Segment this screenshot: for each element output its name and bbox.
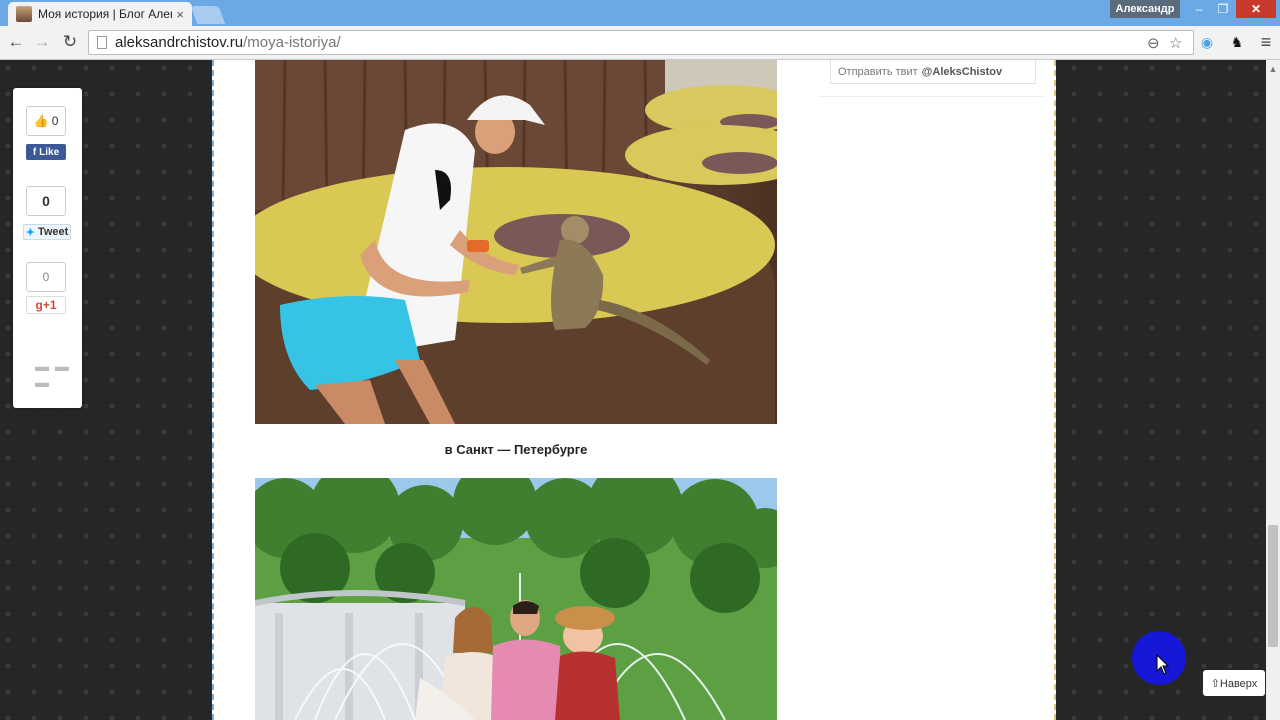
tab-close-icon[interactable]: ×	[176, 7, 184, 22]
reload-button[interactable]: ↻	[60, 32, 80, 52]
tweet-widget[interactable]: Отправить твит @AleksChistov	[830, 60, 1036, 84]
facebook-like-button[interactable]: f Like	[26, 144, 66, 160]
tab-title: Моя история | Блог Алек	[38, 7, 173, 21]
fb-count-value: 0	[51, 114, 59, 128]
tweet-count: 0	[26, 186, 66, 216]
maximize-button[interactable]: ❐	[1212, 0, 1234, 18]
extension-icon[interactable]: ◉	[1197, 32, 1217, 52]
browser-tab[interactable]: Моя история | Блог Алек ×	[8, 2, 192, 26]
url-path: /moya-istoriya/	[243, 34, 341, 51]
zoom-icon[interactable]: ⊖	[1147, 34, 1160, 52]
title-bar: Моя история | Блог Алек × Александр ‒ ❐ …	[0, 0, 1280, 26]
photo-monkey-image	[255, 60, 777, 424]
new-tab-button[interactable]	[190, 6, 226, 24]
gplus-count: 0	[26, 262, 66, 292]
bookmark-star-icon[interactable]: ☆	[1169, 34, 1182, 52]
back-button[interactable]: ←	[6, 32, 26, 52]
more-share-icon[interactable]: ▬ ▬ ▬	[35, 358, 82, 390]
article-photo-monkey	[255, 60, 777, 424]
social-share-panel: 👍 0 f Like 0 ✦ Tweet 0 g+1 ▬ ▬ ▬	[13, 88, 82, 408]
facebook-like-count: 👍 0	[26, 106, 66, 136]
forward-button[interactable]: →	[32, 32, 52, 52]
favicon-avatar-icon	[16, 6, 32, 22]
address-bar[interactable]: aleksandrchistov.ru/moya-istoriya/ ⊖ ☆	[88, 30, 1194, 55]
facebook-icon: f	[32, 146, 37, 158]
gplus-button[interactable]: g+1	[26, 296, 66, 314]
url-host: aleksandrchistov.ru	[115, 34, 244, 51]
browser-toolbar: ← → ↻ aleksandrchistov.ru/moya-istoriya/…	[0, 26, 1280, 60]
back-to-top-button[interactable]: ⇧Наверх	[1203, 670, 1265, 696]
page-icon	[97, 36, 107, 49]
article-photo-fountain	[255, 478, 777, 720]
minimize-button[interactable]: ‒	[1188, 0, 1210, 18]
close-window-button[interactable]: ✕	[1236, 0, 1276, 18]
tweet-handle: @AleksChistov	[921, 65, 1003, 78]
tweet-label: Tweet	[37, 226, 69, 238]
profile-name[interactable]: Александр	[1110, 0, 1180, 18]
menu-icon[interactable]: ≡	[1256, 32, 1276, 52]
twitter-bird-icon: ✦	[25, 226, 35, 239]
scrollbar-thumb[interactable]	[1268, 525, 1278, 647]
tweet-prefix: Отправить твит	[838, 65, 918, 78]
photo-caption: в Санкт — Петербурге	[444, 442, 588, 457]
content-column: в Санкт — Петербурге Отправить твит @Ale…	[212, 60, 1056, 720]
photo-fountain-image	[255, 478, 777, 720]
scroll-up-arrow-icon[interactable]: ▲	[1266, 62, 1280, 76]
tweet-button[interactable]: ✦ Tweet	[23, 224, 71, 240]
sidebar-divider	[818, 96, 1046, 97]
page-viewport: 👍 0 f Like 0 ✦ Tweet 0 g+1 ▬ ▬ ▬ в Санкт…	[0, 60, 1280, 720]
extension-horse-icon[interactable]: ♞	[1227, 32, 1247, 52]
mouse-pointer-icon	[1156, 654, 1170, 675]
fb-like-label: Like	[39, 146, 60, 158]
thumbs-up-icon: 👍	[33, 114, 49, 128]
